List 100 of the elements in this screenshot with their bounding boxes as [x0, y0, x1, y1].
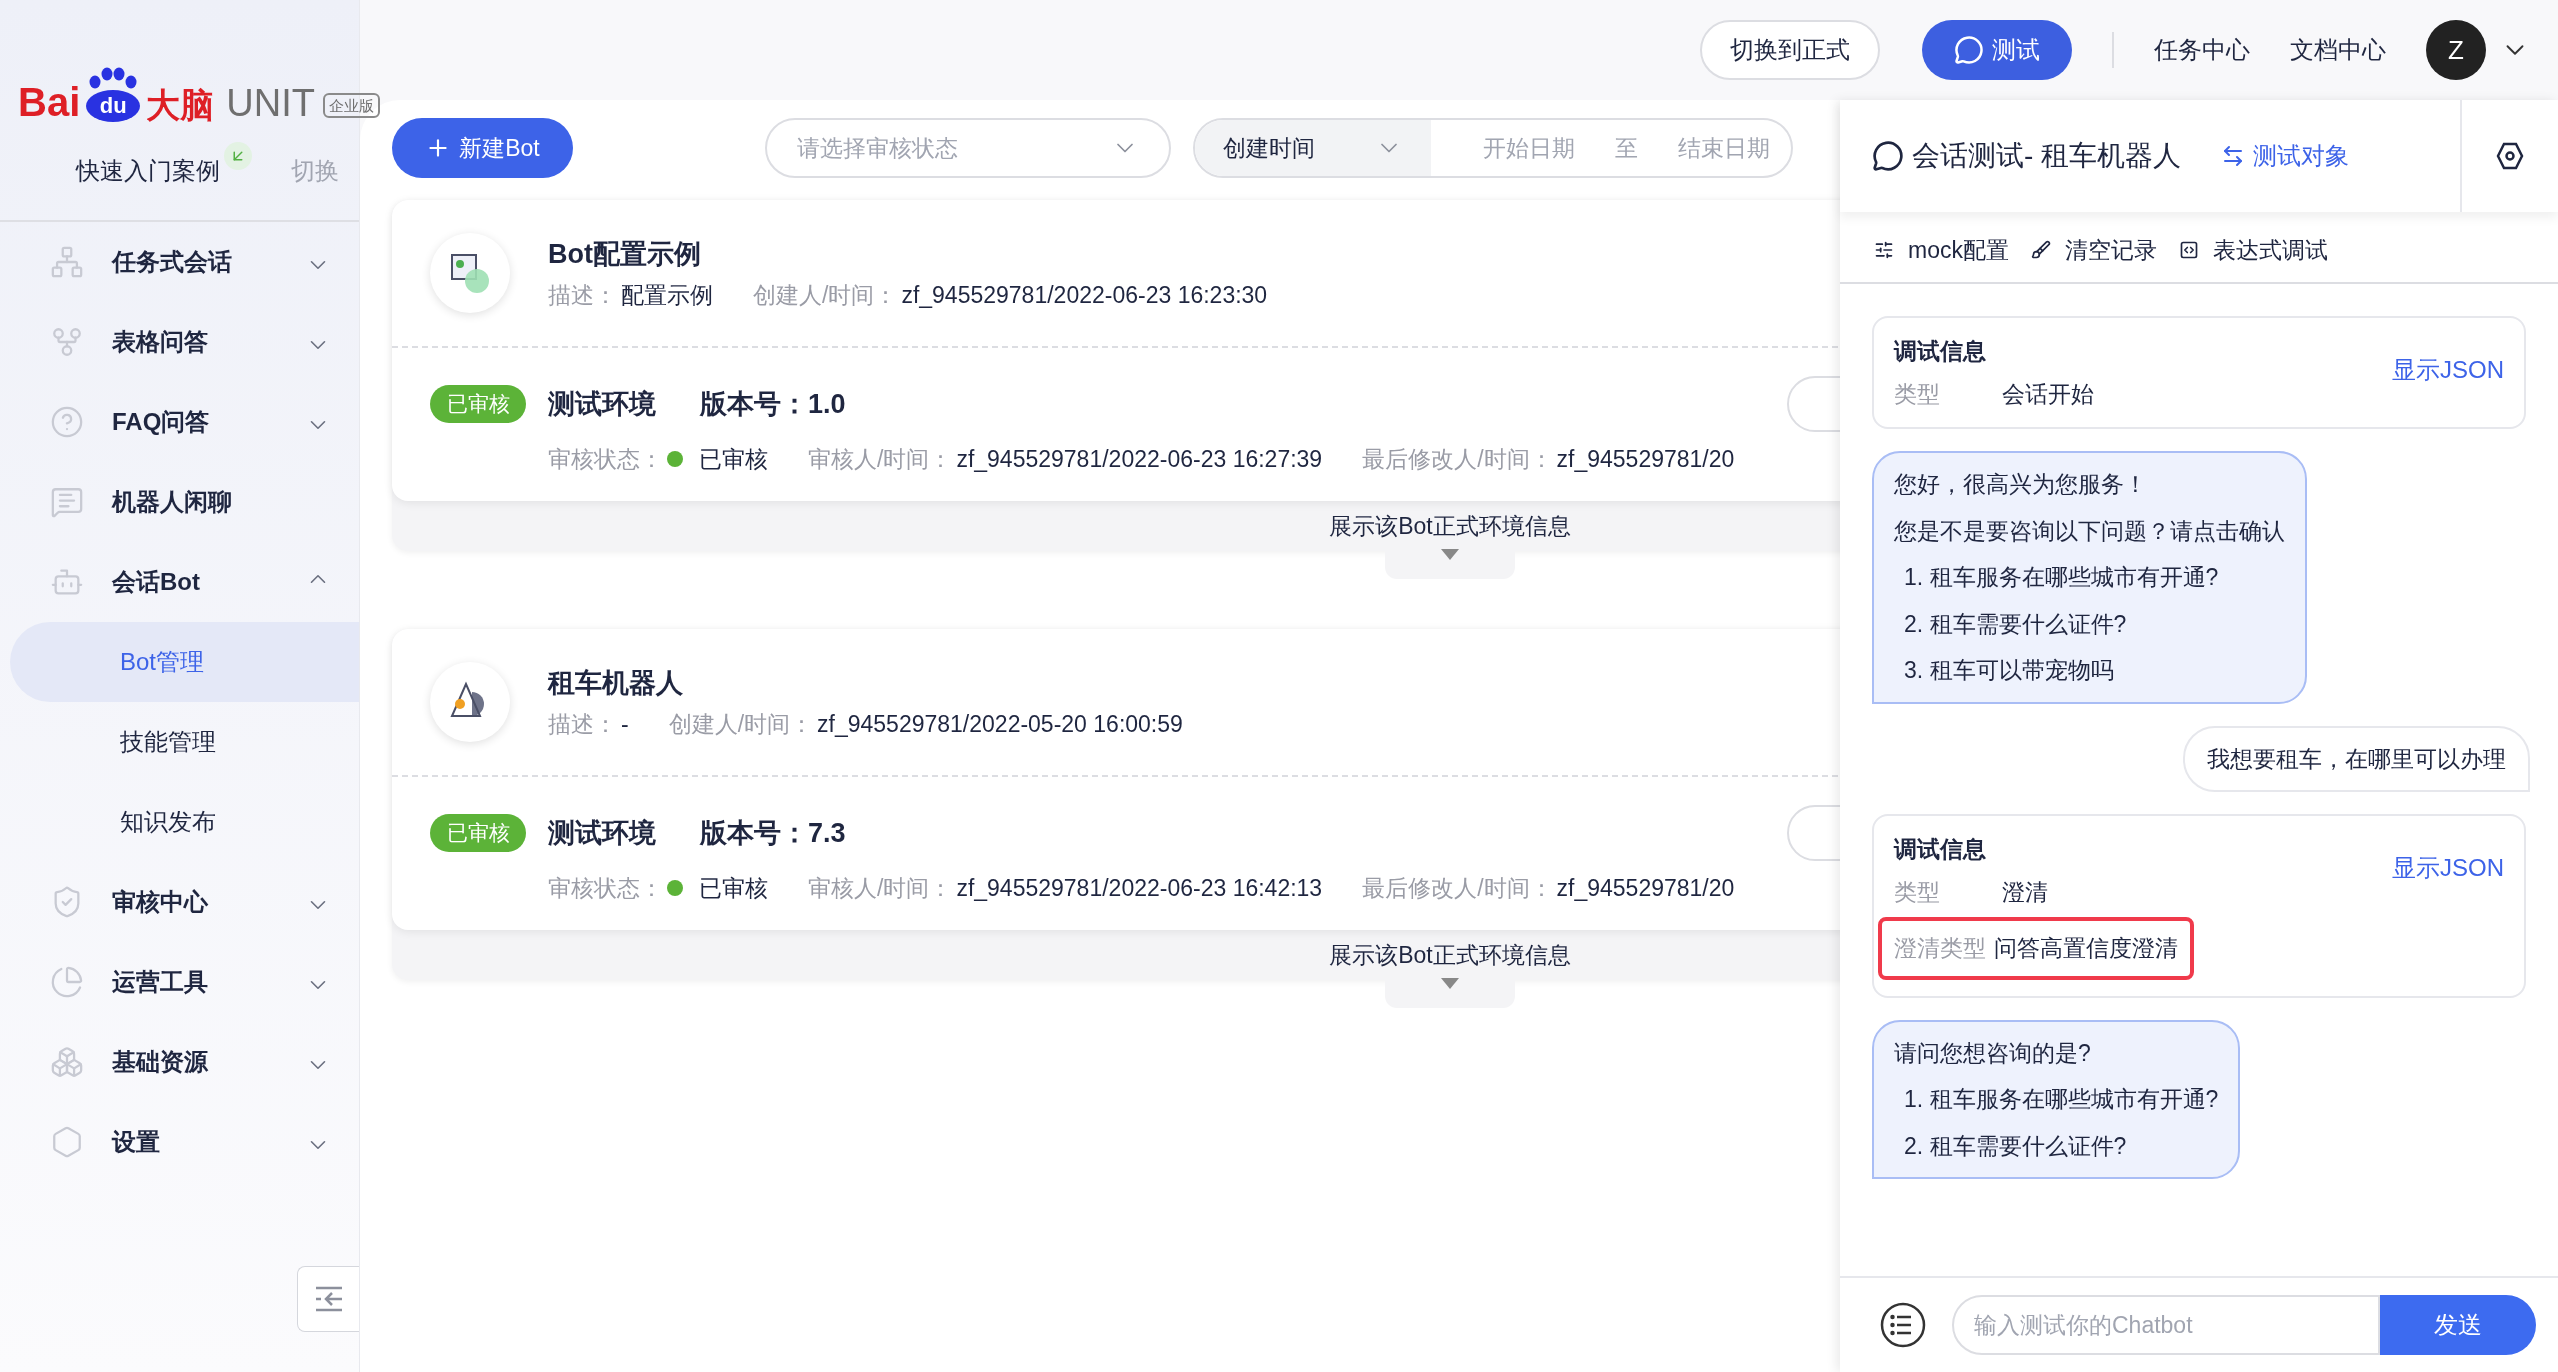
status-badge: 已审核	[430, 385, 526, 423]
toolbar-button[interactable]: mock配置	[1874, 232, 2009, 268]
sidebar-item[interactable]: 运营工具	[0, 942, 359, 1022]
field-value: 已审核	[699, 445, 768, 474]
sidebar-item[interactable]: 设置	[0, 1102, 359, 1182]
expand-tab[interactable]	[1385, 547, 1515, 579]
tree-icon	[50, 245, 84, 279]
field-value: zf_945529781/20	[1556, 874, 1735, 903]
chat-input[interactable]: 输入测试你的Chatbot	[1952, 1295, 2380, 1355]
field-label: 审核人/时间：	[808, 445, 953, 474]
field-value: 澄清	[2002, 877, 2048, 907]
squares-icon	[448, 251, 492, 295]
expand-link[interactable]: 展示该Bot正式环境信息	[1329, 929, 1571, 980]
brush-icon	[2030, 240, 2051, 260]
branch-icon	[50, 325, 84, 359]
test-button[interactable]: 测试	[1922, 20, 2072, 80]
expand-link[interactable]: 展示该Bot正式环境信息	[1329, 500, 1571, 551]
logo-text: 大脑	[146, 88, 215, 122]
field-label: 最后修改人/时间：	[1362, 874, 1553, 903]
collapse-icon	[313, 1286, 344, 1312]
field-value: zf_945529781/2022-06-23 16:23:30	[901, 281, 1268, 310]
bot-name[interactable]: Bot配置示例	[548, 233, 1268, 274]
sidebar-item[interactable]: 基础资源	[0, 1022, 359, 1102]
debug-title: 调试信息	[1894, 835, 1987, 864]
field-value: 已审核	[699, 874, 768, 903]
send-button[interactable]: 发送	[2380, 1295, 2536, 1355]
show-json-link[interactable]: 显示JSON	[2392, 850, 2504, 980]
version-label: 版本号：	[700, 387, 808, 421]
field-value: zf_945529781/20	[1556, 445, 1735, 474]
field-value: zf_945529781/2022-06-23 16:27:39	[956, 445, 1323, 474]
logo-text: Bai	[18, 82, 81, 122]
field-value: zf_945529781/2022-05-20 16:00:59	[817, 710, 1183, 739]
chat-bubble-icon	[1954, 35, 1984, 65]
status-badge: 已审核	[430, 814, 526, 852]
field-value: 会话开始	[2002, 379, 2094, 409]
sidebar-subitem[interactable]: Bot管理	[10, 622, 359, 702]
arrow-badge-icon	[224, 142, 252, 170]
field-label: 创建人/时间：	[753, 281, 898, 310]
option-link[interactable]: 2. 租车需要什么证件?	[1894, 606, 2285, 641]
field-label: 审核人/时间：	[808, 874, 953, 903]
option-link[interactable]: 3. 租车可以带宠物吗	[1894, 653, 2285, 688]
logo-text: du	[86, 90, 141, 122]
nav-link[interactable]: 文档中心	[2290, 32, 2386, 68]
bot-name[interactable]: 租车机器人	[548, 662, 1183, 703]
switch-button[interactable]: 切换到正式	[1700, 20, 1880, 80]
sidebar-item[interactable]: FAQ问答	[0, 382, 359, 462]
chat-bubble-icon	[50, 485, 84, 519]
test-target-link[interactable]: 测试对象	[2253, 138, 2350, 174]
environment-name: 测试环境	[548, 816, 656, 850]
sliders-icon	[1874, 240, 1894, 260]
caret-down-icon	[1441, 549, 1459, 560]
boxes-icon	[50, 1045, 84, 1079]
field-label: 创建人/时间：	[668, 710, 814, 739]
sidebar-subitem[interactable]: 知识发布	[10, 782, 359, 862]
collapse-sidebar-button[interactable]	[297, 1266, 359, 1332]
help-icon	[50, 405, 84, 439]
product-name: UNIT	[226, 84, 315, 122]
expand-tab[interactable]	[1385, 976, 1515, 1008]
sidebar-subitem[interactable]: 技能管理	[10, 702, 359, 782]
version-label: 版本号：	[700, 816, 808, 850]
field-value: zf_945529781/2022-06-23 16:42:13	[956, 874, 1323, 903]
version-number: 7.3	[808, 816, 846, 850]
field-label: 审核状态：	[548, 445, 663, 474]
field-label: 描述：	[548, 281, 617, 310]
show-json-link[interactable]: 显示JSON	[2392, 352, 2504, 411]
option-link[interactable]: 2. 租车需要什么证件?	[1894, 1128, 2219, 1163]
version-number: 1.0	[808, 387, 846, 421]
message-text: 您是不是要咨询以下问题？请点击确认	[1894, 516, 2285, 546]
message-text: 我想要租车，在哪里可以办理	[2207, 745, 2506, 772]
field-label: 类型	[1894, 379, 1941, 409]
toolbar-button[interactable]: 表达式调试	[2178, 232, 2328, 268]
new-bot-button[interactable]: 新建Bot	[392, 118, 573, 178]
code-icon	[2178, 240, 2199, 260]
message-text: 您好，很高兴为您服务！	[1894, 470, 2148, 499]
field-value: 问答高置信度澄清	[1994, 934, 2178, 963]
nav-link[interactable]: 任务中心	[2154, 32, 2250, 68]
menu-icon[interactable]	[1880, 1302, 1926, 1348]
sidebar-item[interactable]: 任务式会话	[0, 222, 359, 302]
option-link[interactable]: 1. 租车服务在哪些城市有开通?	[1894, 560, 2285, 595]
debug-title: 调试信息	[1894, 337, 1987, 366]
environment-name: 测试环境	[548, 387, 656, 421]
field-label: 类型	[1894, 877, 1941, 907]
caret-down-icon	[1441, 978, 1459, 989]
sidebar-item[interactable]: 会话Bot	[0, 542, 359, 622]
toolbar-button[interactable]: 清空记录	[2030, 232, 2157, 268]
sidebar-item[interactable]: 表格问答	[0, 302, 359, 382]
field-label: 最后修改人/时间：	[1362, 445, 1553, 474]
field-value: -	[621, 710, 629, 739]
field-value: 配置示例	[621, 281, 713, 310]
user-avatar[interactable]: Z	[2426, 20, 2486, 80]
option-link[interactable]: 1. 租车服务在哪些城市有开通?	[1894, 1082, 2219, 1117]
message-text: 请问您想咨询的是?	[1894, 1038, 2092, 1068]
pie-chart-icon	[50, 965, 84, 999]
sidebar-item[interactable]: 机器人闲聊	[0, 462, 359, 542]
panel-title: 会话测试- 租车机器人	[1912, 139, 2182, 173]
sidebar-item[interactable]: 审核中心	[0, 862, 359, 942]
field-label: 审核状态：	[548, 874, 663, 903]
field-label: 描述：	[548, 710, 617, 739]
chat-bubble-icon	[1872, 140, 1904, 172]
quick-start-label[interactable]: 快速入门案例	[76, 153, 220, 189]
